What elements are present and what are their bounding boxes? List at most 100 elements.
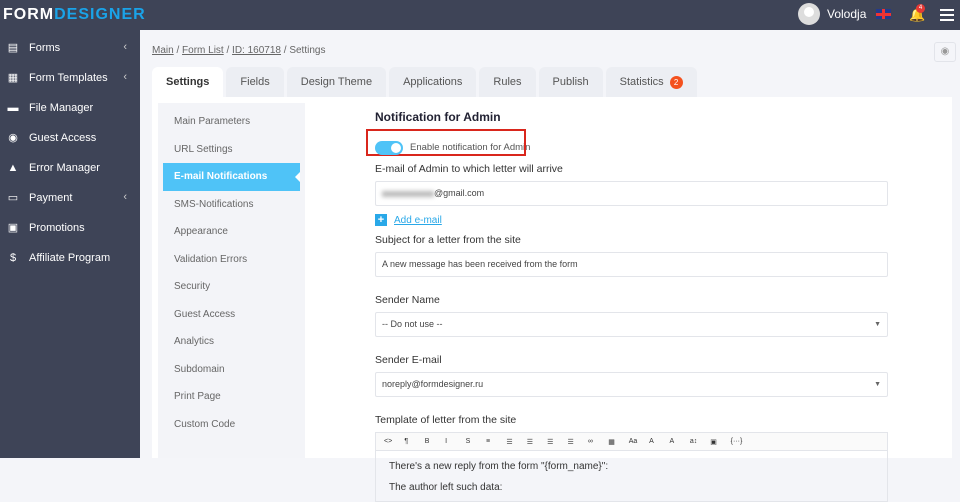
toolbar-button[interactable]: ≡ [486, 438, 506, 445]
subject-label: Subject for a letter from the site [375, 234, 521, 246]
avatar [798, 3, 820, 25]
top-bar: FORMDESIGNER Volodja 🔔 4 [0, 0, 960, 30]
toolbar-button[interactable]: ☰ [506, 438, 526, 446]
sender-name-select[interactable]: -- Do not use -- ▼ [375, 312, 888, 337]
chevron-left-icon: ‹ [123, 71, 127, 83]
toolbar-button[interactable]: ☰ [568, 438, 588, 446]
sidebar-item-label: Promotions [29, 222, 85, 234]
sidebar-item-label: Payment [29, 192, 73, 204]
tab-settings[interactable]: Settings [152, 67, 224, 97]
submenu-item[interactable]: Appearance [158, 218, 305, 246]
sidebar-item-label: File Manager [29, 102, 94, 114]
menu-icon[interactable] [940, 9, 954, 24]
toolbar-button[interactable]: Aa [629, 438, 649, 445]
warning-icon: ▲ [7, 162, 19, 174]
plus-icon: + [375, 214, 387, 226]
toolbar-button[interactable]: A [649, 438, 669, 445]
toolbar-button[interactable]: ☰ [527, 438, 547, 446]
sender-name-label: Sender Name [375, 294, 440, 306]
tab-publish[interactable]: Publish [538, 67, 603, 97]
sidebar-item-label: Error Manager [29, 162, 100, 174]
toolbar-button[interactable]: ¶ [404, 438, 424, 445]
tab-design-theme[interactable]: Design Theme [286, 67, 387, 97]
editor-toolbar: <> ¶ B I S ≡ ☰ ☰ ☰ ☰ ∞ ▦ Aa A Aa↕ ▣ {···} [376, 433, 887, 451]
sidebar-item-affiliate-program[interactable]: $ Affiliate Program [0, 243, 140, 273]
submenu-item[interactable]: E-mail Notifications [163, 163, 300, 191]
breadcrumb-main[interactable]: Main [152, 45, 174, 56]
settings-submenu: Main Parameters URL Settings E-mail Notifi… [158, 103, 305, 458]
submenu-item[interactable]: Custom Code [158, 411, 305, 439]
breadcrumb-id[interactable]: ID: 160718 [232, 45, 281, 56]
user-name: Volodja [827, 7, 867, 21]
admin-email-input[interactable]: @gmail.com [375, 181, 888, 206]
submenu-item[interactable]: Validation Errors [158, 246, 305, 274]
enable-notification-toggle[interactable] [375, 140, 403, 155]
toolbar-button[interactable]: ▦ [608, 438, 628, 446]
toolbar-button[interactable]: <> [384, 438, 404, 445]
sidebar-item-guest-access[interactable]: ◉ Guest Access [0, 123, 140, 153]
email-label: E-mail of Admin to which letter will arr… [375, 163, 563, 175]
section-title: Notification for Admin [375, 110, 501, 124]
gift-icon: ▣ [7, 222, 19, 234]
uk-flag-icon[interactable] [876, 9, 891, 19]
toolbar-button[interactable]: ☰ [547, 438, 567, 446]
tab-applications[interactable]: Applications [389, 67, 477, 97]
sidebar-item-form-templates[interactable]: ▦ Form Templates ‹ [0, 63, 140, 93]
submenu-item[interactable]: URL Settings [158, 136, 305, 164]
add-email-link[interactable]: + Add e-mail [375, 214, 888, 226]
toolbar-button[interactable]: a↕ [690, 438, 710, 445]
user-icon: ◉ [8, 132, 18, 144]
toolbar-button[interactable]: ▣ [710, 438, 730, 446]
toolbar-button[interactable]: B [425, 438, 445, 445]
sidebar-item-error-manager[interactable]: ▲ Error Manager [0, 153, 140, 183]
statistics-badge: 2 [669, 75, 683, 89]
template-editor[interactable]: <> ¶ B I S ≡ ☰ ☰ ☰ ☰ ∞ ▦ Aa A Aa↕ ▣ {···} There's a new … [375, 432, 888, 502]
notification-badge: 4 [916, 4, 925, 13]
submenu-item[interactable]: SMS-Notifications [158, 191, 305, 219]
toolbar-button[interactable]: {···} [731, 438, 751, 445]
subject-input[interactable]: A new message has been received from the… [375, 252, 888, 277]
sidebar-item-forms[interactable]: ▤ Forms ‹ [0, 33, 140, 63]
sidebar-item-file-manager[interactable]: ▬ File Manager [0, 93, 140, 123]
submenu-item[interactable]: Print Page [158, 383, 305, 411]
toolbar-button[interactable]: I [445, 438, 465, 445]
chevron-left-icon: ‹ [123, 191, 127, 203]
toolbar-button[interactable]: S [466, 438, 486, 445]
chevron-left-icon: ‹ [123, 41, 127, 53]
folder-icon: ▬ [7, 102, 19, 114]
user-menu[interactable]: Volodja [798, 3, 866, 25]
body-line: There's a new reply from the form "{form… [389, 461, 609, 472]
sidebar-item-label: Form Templates [29, 72, 108, 84]
dollar-icon: $ [9, 252, 17, 264]
body-line: The author left such data: [389, 482, 503, 493]
breadcrumb-form-list[interactable]: Form List [182, 45, 224, 56]
template-label: Template of letter from the site [375, 414, 517, 426]
breadcrumb: Main / Form List / ID: 160718 / Settings [152, 45, 326, 56]
forms-icon: ▤ [7, 42, 19, 54]
sidebar: ▤ Forms ‹ ▦ Form Templates ‹ ▬ File Manager ◉ Gue… [0, 30, 140, 458]
submenu-item[interactable]: Analytics [158, 328, 305, 356]
tab-rules[interactable]: Rules [479, 67, 536, 97]
submenu-item[interactable]: Main Parameters [158, 108, 305, 136]
eye-icon[interactable]: ◉ [934, 42, 956, 62]
template-icon: ▦ [7, 72, 19, 84]
tabs: Settings Fields Design Theme Applications Ru… [152, 67, 700, 97]
toolbar-button[interactable]: ∞ [588, 438, 608, 445]
tab-statistics[interactable]: Statistics 2 [605, 67, 697, 97]
sidebar-item-payment[interactable]: ▭ Payment ‹ [0, 183, 140, 213]
sidebar-item-label: Affiliate Program [29, 252, 111, 264]
submenu-item[interactable]: Guest Access [158, 301, 305, 329]
toolbar-button[interactable]: A [669, 438, 689, 445]
sender-email-label: Sender E-mail [375, 354, 442, 366]
tab-fields[interactable]: Fields [226, 67, 284, 97]
notification-form: Notification for Admin Enable notificati… [366, 110, 888, 502]
chevron-down-icon: ▼ [874, 381, 881, 388]
breadcrumb-current: Settings [289, 45, 326, 56]
submenu-item[interactable]: Security [158, 273, 305, 301]
sender-email-select[interactable]: noreply@formdesigner.ru ▼ [375, 372, 888, 397]
logo[interactable]: FORMDESIGNER [3, 6, 146, 24]
sidebar-item-promotions[interactable]: ▣ Promotions [0, 213, 140, 243]
sidebar-item-label: Guest Access [29, 132, 97, 144]
submenu-item[interactable]: Subdomain [158, 356, 305, 384]
card-icon: ▭ [7, 192, 19, 204]
